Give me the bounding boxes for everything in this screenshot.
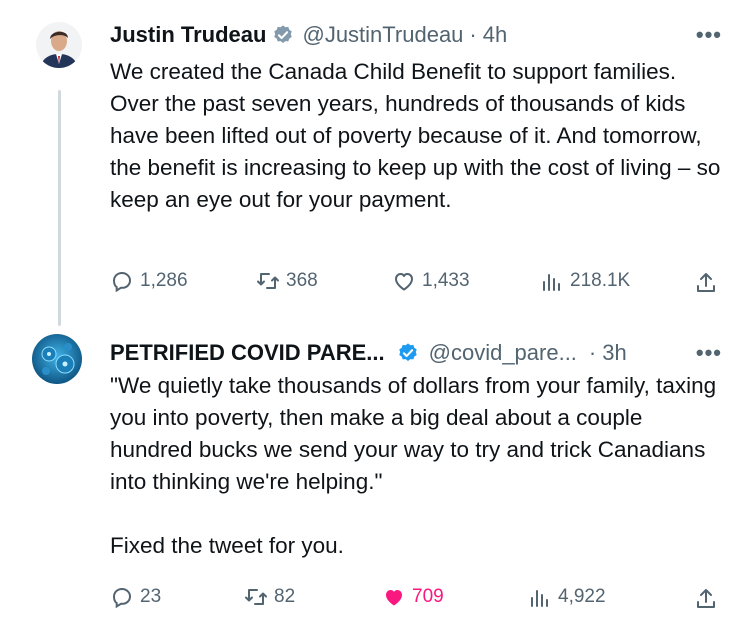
views-button[interactable]: 218.1K — [540, 269, 630, 293]
verified-badge-icon — [272, 24, 294, 46]
share-button[interactable] — [694, 271, 718, 300]
tweet-text: "We quietly take thousands of dollars fr… — [110, 373, 717, 558]
retweet-button[interactable]: 368 — [256, 269, 318, 293]
action-bar: 1,286 368 1,433 218.1K — [110, 269, 722, 299]
author-handle[interactable]: @JustinTrudeau — [302, 22, 463, 48]
separator-dot: · — [469, 22, 477, 47]
retweet-count: 82 — [274, 586, 296, 607]
timestamp[interactable]: 3h — [602, 340, 626, 366]
reply-icon — [112, 587, 132, 609]
views-count: 4,922 — [558, 586, 606, 607]
reply-count: 23 — [140, 586, 162, 607]
tweet-2[interactable]: PETRIFIED COVID PARE... @covid_pare... ·… — [0, 320, 750, 641]
separator-dot: · — [588, 340, 597, 365]
action-bar: 23 82 709 4,922 — [110, 585, 722, 615]
thread-line — [58, 90, 61, 326]
share-icon — [697, 589, 715, 608]
reply-button[interactable]: 1,286 — [110, 269, 188, 293]
author-handle[interactable]: @covid_pare... — [429, 340, 577, 366]
avatar-covid-parent[interactable] — [32, 334, 82, 384]
more-icon[interactable]: ••• — [696, 340, 722, 366]
heart-icon — [386, 590, 402, 606]
like-count: 709 — [412, 586, 444, 607]
tweet-text: We created the Canada Child Benefit to s… — [110, 59, 727, 212]
like-count: 1,433 — [422, 270, 470, 291]
share-icon — [697, 273, 715, 292]
views-count: 218.1K — [570, 270, 631, 291]
tweet-1[interactable]: Justin Trudeau @JustinTrudeau · 4h ••• W… — [0, 0, 750, 326]
views-button[interactable]: 4,922 — [528, 585, 606, 609]
share-button[interactable] — [694, 587, 718, 616]
retweet-icon — [245, 589, 267, 605]
views-icon — [531, 590, 548, 607]
views-icon — [543, 274, 560, 291]
reply-count: 1,286 — [140, 270, 188, 291]
heart-icon — [395, 273, 413, 291]
like-button[interactable]: 1,433 — [392, 269, 470, 293]
retweet-count: 368 — [286, 270, 318, 291]
more-icon[interactable]: ••• — [696, 22, 722, 48]
reply-icon — [112, 271, 132, 293]
retweet-button[interactable]: 82 — [244, 585, 295, 609]
author-name[interactable]: PETRIFIED COVID PARE... — [110, 340, 385, 366]
author-name[interactable]: Justin Trudeau — [110, 22, 266, 48]
tweet-header: Justin Trudeau @JustinTrudeau · 4h — [110, 22, 507, 48]
verified-badge-icon — [397, 342, 419, 364]
tweet-header: PETRIFIED COVID PARE... @covid_pare... ·… — [110, 340, 627, 366]
reply-button[interactable]: 23 — [110, 585, 161, 609]
retweet-icon — [257, 273, 279, 289]
timestamp[interactable]: 4h — [483, 22, 507, 48]
avatar-justin-trudeau[interactable] — [36, 22, 82, 68]
like-button[interactable]: 709 — [382, 585, 444, 609]
